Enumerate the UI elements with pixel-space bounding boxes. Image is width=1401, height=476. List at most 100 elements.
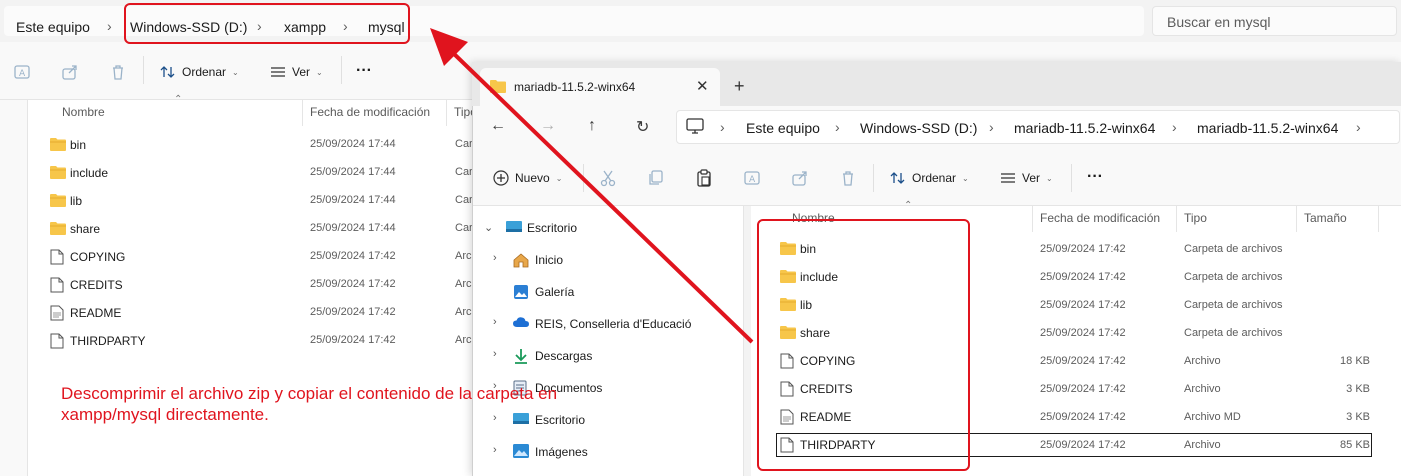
column-header-name[interactable]: Nombre <box>62 105 105 119</box>
chevron-right-icon: › <box>1356 119 1361 135</box>
file-type: Carpeta de archivos <box>1184 243 1283 255</box>
toolbar-divider <box>873 164 874 192</box>
sort-button[interactable]: Ordenar ⌄ <box>160 65 239 79</box>
sort-label: Ordenar <box>912 171 957 185</box>
column-divider[interactable] <box>1378 206 1379 232</box>
search-input[interactable]: Buscar en mysql <box>1152 6 1397 36</box>
column-header-date[interactable]: Fecha de modificación <box>1040 211 1160 225</box>
sort-icon <box>890 172 905 184</box>
file-name: include <box>70 166 109 180</box>
folder-icon <box>50 222 66 235</box>
file-icon <box>50 249 64 265</box>
file-date: 25/09/2024 17:42 <box>310 306 396 318</box>
file-type: Carpeta de archivos <box>1184 299 1283 311</box>
chevron-down-icon: ⌄ <box>316 67 323 77</box>
sort-button[interactable]: Ordenar ⌄ <box>890 171 969 185</box>
toolbar-divider <box>341 56 342 84</box>
chevron-right-icon: › <box>1172 119 1177 135</box>
sidebar-item-label: Descargas <box>535 349 593 363</box>
view-icon <box>271 67 285 77</box>
file-type: Carpeta de archivos <box>1184 327 1283 339</box>
file-date: 25/09/2024 17:42 <box>1040 355 1126 367</box>
folder-icon <box>50 166 66 179</box>
pictures-icon <box>513 444 529 460</box>
column-header-size[interactable]: Tamaño <box>1304 211 1347 225</box>
breadcrumb-item[interactable]: Windows-SSD (D:) <box>860 120 977 136</box>
share-icon[interactable] <box>60 62 80 82</box>
column-header-type[interactable]: Tipo <box>1184 211 1207 225</box>
file-date: 25/09/2024 17:42 <box>1040 411 1126 423</box>
column-divider[interactable] <box>1296 206 1297 232</box>
view-icon <box>1001 173 1015 183</box>
file-date: 25/09/2024 17:42 <box>1040 383 1126 395</box>
file-name: THIRDPARTY <box>70 334 146 348</box>
file-size: 18 KB <box>1340 355 1370 367</box>
sort-up-icon: ⌃ <box>904 200 913 211</box>
file-date: 25/09/2024 17:42 <box>310 278 396 290</box>
folder-icon <box>50 138 66 151</box>
view-label: Ver <box>1022 171 1041 185</box>
share-icon[interactable] <box>790 168 810 188</box>
view-button[interactable]: Ver ⌄ <box>270 65 323 79</box>
chevron-down-icon: ⌄ <box>962 173 969 183</box>
file-name: CREDITS <box>70 278 123 292</box>
highlight-box-back-path <box>124 3 410 44</box>
file-type: Carpeta de archivos <box>1184 271 1283 283</box>
view-button[interactable]: Ver ⌄ <box>1000 171 1053 185</box>
sort-label: Ordenar <box>182 65 227 79</box>
annotation-text: Descomprimir el archivo zip y copiar el … <box>61 384 558 424</box>
delete-icon[interactable] <box>838 168 858 188</box>
file-date: 25/09/2024 17:42 <box>310 250 396 262</box>
more-options-button[interactable]: ··· <box>1087 168 1103 186</box>
download-icon <box>513 348 529 364</box>
column-divider[interactable] <box>302 100 303 126</box>
red-arrow-icon <box>430 28 754 344</box>
text-file-icon <box>50 305 64 321</box>
highlight-box-front-files <box>757 219 970 471</box>
column-divider[interactable] <box>1176 206 1177 232</box>
breadcrumb-item[interactable]: mariadb-11.5.2-winx64 <box>1197 120 1338 136</box>
file-date: 25/09/2024 17:44 <box>310 138 396 150</box>
file-date: 25/09/2024 17:44 <box>310 166 396 178</box>
file-type: Archivo <box>1184 383 1221 395</box>
file-date: 25/09/2024 17:42 <box>1040 271 1126 283</box>
breadcrumb-item[interactable]: mariadb-11.5.2-winx64 <box>1014 120 1155 136</box>
sort-icon <box>160 66 175 78</box>
chevron-right-icon: › <box>835 119 840 135</box>
sort-up-icon: ⌃ <box>174 94 183 105</box>
search-placeholder: Buscar en mysql <box>1167 14 1271 30</box>
breadcrumb-item[interactable]: Este equipo <box>16 19 90 35</box>
more-options-button[interactable]: ··· <box>356 62 372 80</box>
folder-icon <box>50 194 66 207</box>
chevron-right-icon: › <box>989 119 994 135</box>
file-date: 25/09/2024 17:42 <box>1040 299 1126 311</box>
file-type: Archivo MD <box>1184 411 1241 423</box>
column-divider[interactable] <box>1032 206 1033 232</box>
file-type: Archivo <box>1184 439 1221 451</box>
file-name: share <box>70 222 101 236</box>
rename-icon[interactable]: A <box>12 62 32 82</box>
file-size: 3 KB <box>1346 411 1370 423</box>
file-type: Archivo <box>1184 355 1221 367</box>
delete-icon[interactable] <box>108 62 128 82</box>
toolbar-divider <box>1071 164 1072 192</box>
file-date: 25/09/2024 17:44 <box>310 222 396 234</box>
view-label: Ver <box>292 65 311 79</box>
sidebar-item-label: Imágenes <box>535 445 588 459</box>
file-date: 25/09/2024 17:42 <box>310 334 396 346</box>
column-header-date[interactable]: Fecha de modificación <box>310 105 430 119</box>
file-date: 25/09/2024 17:42 <box>1040 327 1126 339</box>
chevron-down-icon: ⌄ <box>232 67 239 77</box>
file-name: COPYING <box>70 250 126 264</box>
file-name: README <box>70 306 122 320</box>
file-icon <box>50 277 64 293</box>
file-size: 3 KB <box>1346 383 1370 395</box>
toolbar-divider <box>143 56 144 84</box>
file-date: 25/09/2024 17:42 <box>1040 439 1126 451</box>
chevron-down-icon: ⌄ <box>1046 173 1053 183</box>
file-date: 25/09/2024 17:42 <box>1040 243 1126 255</box>
chevron-right-icon: › <box>107 18 112 34</box>
chevron-right-icon[interactable]: › <box>493 444 497 456</box>
file-name: lib <box>70 194 83 208</box>
file-name: bin <box>70 138 87 152</box>
